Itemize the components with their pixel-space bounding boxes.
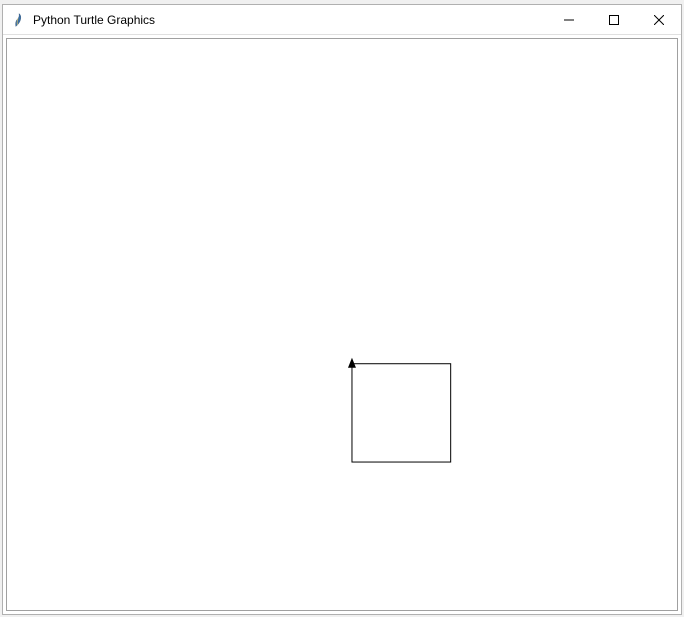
close-button[interactable] xyxy=(636,5,681,35)
titlebar[interactable]: Python Turtle Graphics xyxy=(3,5,681,35)
turtle-drawing xyxy=(352,364,451,462)
canvas-area xyxy=(6,38,678,611)
minimize-button[interactable] xyxy=(546,5,591,35)
turtle-canvas xyxy=(7,39,677,610)
turtle-cursor-icon xyxy=(348,358,356,368)
app-window: Python Turtle Graphics xyxy=(2,4,682,615)
window-title: Python Turtle Graphics xyxy=(33,13,546,27)
app-icon xyxy=(11,12,27,28)
window-controls xyxy=(546,5,681,34)
maximize-button[interactable] xyxy=(591,5,636,35)
